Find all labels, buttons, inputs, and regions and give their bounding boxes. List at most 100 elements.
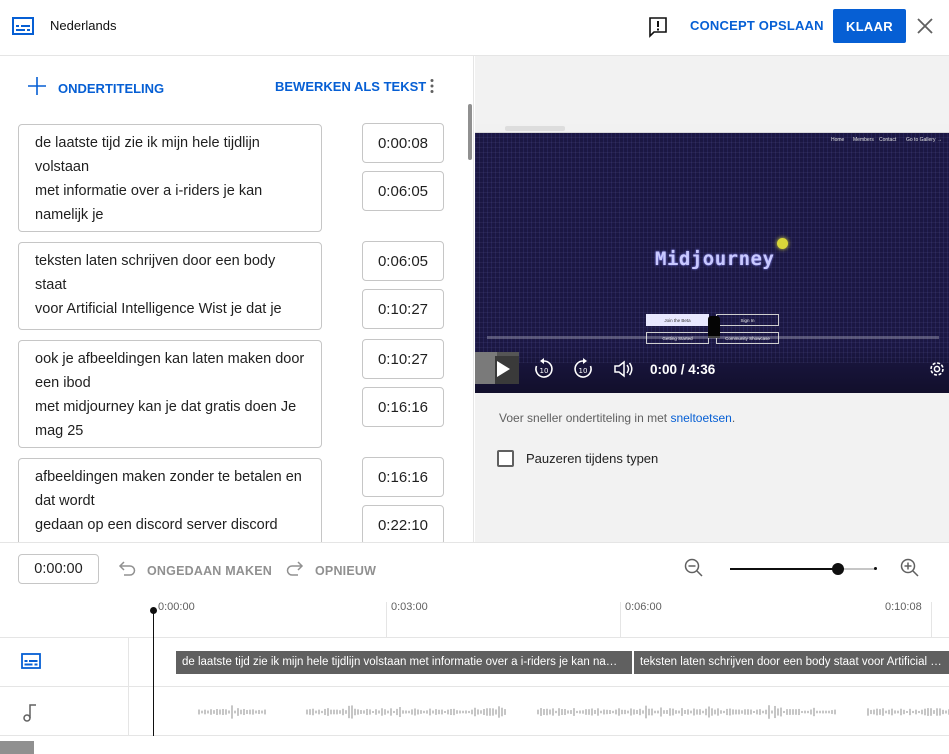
subtitles-track-icon (21, 653, 41, 674)
waveform-bar (813, 707, 815, 717)
waveform-bar (645, 705, 647, 719)
waveform-bar (753, 710, 755, 714)
waveform-bar (576, 710, 578, 714)
zoom-in-icon[interactable] (900, 558, 920, 583)
edit-as-text-button[interactable]: BEWERKEN ALS TEKST (275, 79, 426, 94)
waveform-bar (552, 708, 554, 716)
zoom-slider-end (874, 567, 877, 570)
volume-icon[interactable] (613, 360, 635, 383)
play-icon[interactable] (495, 360, 511, 383)
timeline-toolbar: 0:00:00 ONGEDAAN MAKEN OPNIEUW (0, 542, 949, 594)
cue-end-time[interactable]: 0:16:16 (362, 387, 444, 427)
settings-gear-icon[interactable] (928, 360, 946, 383)
waveform-bar (261, 710, 263, 714)
waveform-bar (315, 710, 317, 714)
shortcuts-link[interactable]: sneltoetsen (670, 411, 731, 425)
timeline-ruler[interactable]: 0:00:00 0:03:00 0:06:00 0:10:08 (0, 594, 949, 638)
waveform-bar (339, 710, 341, 714)
video-brand-text: Midjourney (655, 248, 775, 270)
ruler-tick-label: 0:03:00 (391, 601, 428, 613)
waveform-bar (495, 709, 497, 715)
cue-start-time[interactable]: 0:00:08 (362, 123, 444, 163)
timeline-playhead[interactable] (153, 610, 154, 736)
pause-while-typing-option[interactable]: Pauzeren tijdens typen (497, 450, 658, 467)
waveform-bar (321, 710, 323, 714)
zoom-out-icon[interactable] (684, 558, 704, 583)
zoom-slider-handle[interactable] (832, 563, 845, 575)
zoom-slider[interactable] (730, 563, 877, 575)
rewind-10-icon[interactable]: 10 (533, 358, 555, 385)
waveform-bar (606, 709, 608, 715)
subtitle-segment[interactable]: de laatste tijd zie ik mijn hele tijdlij… (176, 651, 632, 674)
editor-scrollbar[interactable] (468, 104, 472, 160)
cue-end-time[interactable]: 0:22:10 (362, 505, 444, 542)
waveform-bar (666, 710, 668, 714)
video-cursor-highlight (777, 238, 788, 249)
cue-start-time[interactable]: 0:06:05 (362, 241, 444, 281)
more-options-icon[interactable] (429, 78, 435, 99)
waveform-bar (243, 708, 245, 716)
waveform-bar (354, 708, 356, 716)
close-icon[interactable] (916, 17, 934, 40)
waveform-bar (591, 708, 593, 716)
waveform-bar (672, 708, 674, 716)
waveform-bar (471, 709, 473, 715)
add-subtitle-button[interactable]: ONDERTITELING (28, 77, 164, 100)
waveform-bar (441, 709, 443, 715)
waveform-bar (681, 708, 683, 716)
subtitle-text-field[interactable]: teksten laten schrijven door een body st… (18, 242, 322, 330)
waveform-bar (774, 705, 776, 719)
audio-track-header (0, 687, 129, 736)
waveform-bar (615, 709, 617, 715)
forward-10-icon[interactable]: 10 (572, 358, 594, 385)
waveform-bar (885, 710, 887, 714)
waveform-bar (381, 708, 383, 716)
cue-start-time[interactable]: 0:16:16 (362, 457, 444, 497)
cue-end-time[interactable]: 0:10:27 (362, 289, 444, 329)
waveform-bar (201, 710, 203, 714)
done-button[interactable]: KLAAR (833, 9, 906, 43)
save-draft-button[interactable]: CONCEPT OPSLAAN (690, 18, 824, 33)
subtitle-segment[interactable]: teksten laten schrijven door een body st… (634, 651, 949, 674)
undo-button[interactable]: ONGEDAAN MAKEN (118, 560, 272, 581)
ruler-tick-line (620, 602, 621, 638)
waveform-bar (252, 709, 254, 715)
cue-end-time[interactable]: 0:06:05 (362, 171, 444, 211)
waveform-bar (228, 710, 230, 714)
waveform-bar (918, 710, 920, 714)
waveform-bar (867, 708, 869, 716)
waveform-bar (480, 710, 482, 714)
waveform-bar (819, 710, 821, 714)
subtitle-text-field[interactable]: de laatste tijd zie ik mijn hele tijdlij… (18, 124, 322, 232)
waveform-bar (723, 710, 725, 714)
cue-start-time[interactable]: 0:10:27 (362, 339, 444, 379)
waveform-bar (207, 710, 209, 714)
current-time-field[interactable]: 0:00:00 (18, 554, 99, 584)
waveform-bar (909, 708, 911, 716)
preview-panel: Home Members Contact Go to Gallery → Mid… (475, 56, 949, 542)
video-player[interactable]: Home Members Contact Go to Gallery → Mid… (475, 124, 949, 393)
subtitle-text-field[interactable]: ook je afbeeldingen kan laten maken door… (18, 340, 322, 448)
waveform-bar (690, 710, 692, 714)
waveform-bar (900, 708, 902, 716)
redo-button[interactable]: OPNIEUW (286, 560, 376, 581)
timeline-playhead-handle[interactable] (150, 607, 157, 614)
waveform-bar (903, 709, 905, 715)
audio-waveform[interactable] (176, 697, 949, 727)
waveform-bar (348, 705, 350, 719)
feedback-icon[interactable] (648, 16, 668, 43)
timeline-horizontal-scrollbar[interactable] (0, 741, 34, 754)
waveform-bar (765, 709, 767, 715)
waveform-bar (429, 708, 431, 716)
subtitle-text-field[interactable]: afbeeldingen maken zonder te betalen en … (18, 458, 322, 542)
waveform-bar (612, 710, 614, 714)
waveform-bar (366, 708, 368, 716)
waveform-bar (912, 710, 914, 714)
video-progress-bar[interactable] (487, 336, 939, 339)
pause-while-typing-checkbox[interactable] (497, 450, 514, 467)
waveform-bar (657, 710, 659, 714)
waveform-bar (585, 709, 587, 715)
waveform-bar (546, 708, 548, 716)
shortcuts-hint: Voer sneller ondertiteling in met snelto… (499, 411, 735, 425)
waveform-bar (342, 708, 344, 716)
